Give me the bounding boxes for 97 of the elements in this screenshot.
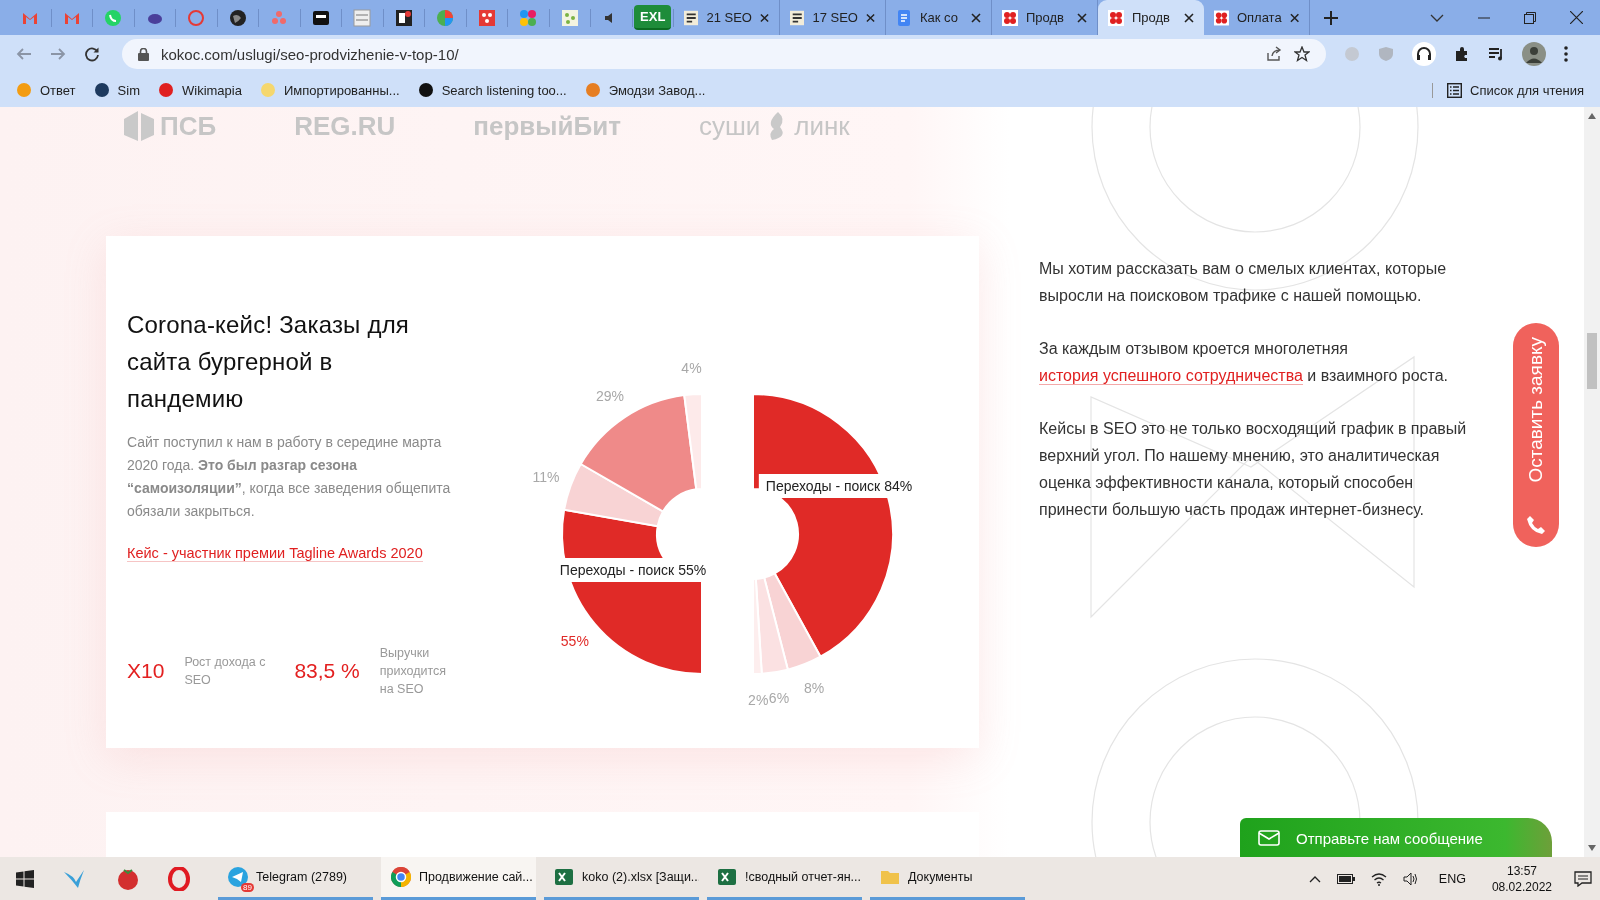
playlist-icon[interactable] — [1488, 46, 1504, 62]
partner-logo: REG.RU — [294, 110, 396, 142]
stat-value: X10 — [127, 659, 165, 683]
scrollbar[interactable] — [1584, 107, 1600, 857]
history-link[interactable]: история успешного сотрудничества — [1039, 367, 1303, 385]
bookmark-icon — [259, 82, 276, 98]
close-icon[interactable] — [1289, 12, 1299, 23]
taskbar-app[interactable]: koko (2).xlsx [Защи... — [544, 857, 699, 900]
headphones-icon[interactable] — [1412, 42, 1436, 66]
stat-label: Рост дохода с SEO — [184, 654, 267, 689]
case-description: Сайт поступил к нам в работу в середине марта 2020 года. Это был разгар сезона “самоизоляции”, когда все заведения общепита обязали закрыться. — [127, 433, 452, 521]
bookmark[interactable]: Wikimapia — [158, 82, 242, 98]
taskbar-app[interactable]: Документы — [870, 857, 1025, 900]
intro-paragraph: Кейсы в SEO это не только восходящий график в правый верхний угол. По нашему мнению, это аналитическая оценка эффективности канала, который способен принести большую часть продаж интернет-бизнесу. — [1039, 419, 1468, 520]
scroll-thumb[interactable] — [1587, 333, 1597, 389]
app-icon[interactable] — [311, 8, 330, 27]
bookmark-icon — [93, 82, 110, 98]
menu-icon[interactable] — [1564, 46, 1568, 62]
partner-logo: суши — [698, 110, 761, 142]
favicon-icon — [1214, 9, 1229, 26]
intro-paragraph: За каждым отзывом кроется многолетняя история успешного сотрудничества и взаимного роста. — [1039, 339, 1449, 387]
reading-list-button[interactable]: Список для чтения — [1432, 82, 1584, 98]
avatar-icon[interactable] — [1522, 42, 1546, 66]
close-icon[interactable] — [759, 12, 769, 23]
slice-label: 29% — [596, 387, 625, 404]
ring-icon[interactable] — [168, 866, 190, 891]
notification-icon[interactable] — [1574, 870, 1592, 887]
globe-icon[interactable] — [228, 8, 247, 27]
tomato-icon[interactable] — [116, 866, 140, 891]
volume-icon[interactable] — [1402, 871, 1419, 886]
favicon-icon — [790, 9, 805, 26]
bookmark-icon — [16, 82, 32, 98]
reload-icon[interactable] — [84, 46, 100, 62]
bookmark-icon — [584, 82, 601, 98]
bookmark-icon — [417, 82, 434, 98]
slice-label: 11% — [532, 469, 560, 486]
favicon-icon — [1002, 9, 1018, 26]
wifi-icon[interactable] — [1370, 871, 1387, 886]
taskbar-app[interactable]: 89 Telegram (2789) — [218, 857, 373, 900]
partner-logo: первыйБит — [473, 110, 621, 142]
taskbar-app[interactable]: Продвижение сай... — [381, 857, 536, 900]
stat-value: 83,5 % — [294, 659, 360, 683]
bookmark[interactable]: Search listening too... — [417, 82, 567, 98]
close-icon[interactable] — [865, 12, 875, 23]
favicon-icon — [684, 9, 699, 26]
case-title: Corona-кейс! Заказы для сайта бургерной в пандемию — [127, 310, 411, 414]
partner-logo: линк — [794, 110, 850, 142]
puzzle-icon[interactable] — [1454, 46, 1470, 62]
slice-label: 4% — [681, 360, 702, 377]
scroll-up-icon[interactable] — [1588, 113, 1596, 119]
bookmark[interactable]: Эмодзи Завод... — [584, 82, 706, 98]
unread-badge: 89 — [241, 883, 254, 892]
favicon-icon — [1108, 9, 1124, 26]
taskbar-app[interactable]: !сводный отчет-ян... — [707, 857, 862, 900]
minimize-icon[interactable] — [1478, 16, 1490, 19]
app-icon[interactable] — [394, 8, 413, 27]
slice-label: 8% — [804, 680, 825, 697]
logo-mark-icon — [122, 109, 156, 143]
chevron-up-icon[interactable] — [1308, 874, 1321, 883]
scroll-down-icon[interactable] — [1588, 845, 1596, 851]
pinned-tab[interactable]: EXL — [634, 5, 672, 30]
slice-label: 2% — [748, 691, 769, 708]
clock[interactable]: 13:57 08.02.2022 — [1491, 862, 1552, 895]
windows-start-icon[interactable] — [16, 869, 34, 888]
bookmark-icon — [158, 82, 174, 98]
bookmark[interactable]: Sim — [93, 82, 140, 98]
phone-icon — [1526, 515, 1546, 535]
slice-label: 6% — [768, 689, 790, 706]
favicon-icon — [896, 9, 912, 26]
app-icon — [228, 867, 248, 887]
envelope-icon — [1258, 830, 1280, 846]
lock-icon — [138, 47, 149, 61]
bookmark[interactable]: Ответ — [16, 82, 76, 98]
app-icon — [391, 867, 411, 887]
stat-label: Выручки приходится на SEO — [379, 645, 448, 698]
intro-paragraph: Мы хотим рассказать вам о смелых клиентах, которые выросли на поисковом трафике с нашей помощью. — [1039, 259, 1448, 306]
partner-logo: ПСБ — [160, 110, 217, 142]
award-link[interactable]: Кейс - участник премии Tagline Awards 2020 — [127, 545, 423, 562]
address-bar[interactable]: kokoc.com/uslugi/seo-prodvizhenie-v-top-10/ — [122, 39, 1326, 69]
app-icon — [554, 867, 574, 887]
new-tab-icon[interactable] — [1324, 10, 1338, 25]
restore-icon[interactable] — [1524, 11, 1536, 24]
bookmark[interactable]: Импортированны... — [259, 82, 400, 98]
close-icon[interactable] — [1570, 11, 1583, 24]
close-icon[interactable] — [971, 12, 981, 23]
app-icon — [717, 867, 737, 887]
close-icon[interactable] — [1077, 12, 1087, 23]
chevron-down-icon[interactable] — [1430, 13, 1444, 22]
slice-label: 55% — [560, 632, 589, 649]
close-icon[interactable] — [1184, 12, 1194, 23]
language-indicator[interactable]: ENG — [1438, 871, 1466, 886]
share-icon[interactable] — [1266, 46, 1282, 62]
star-icon[interactable] — [1294, 46, 1310, 62]
battery-icon[interactable] — [1336, 873, 1355, 884]
browser-tab[interactable]: Продв — [1098, 0, 1204, 35]
dots-icon[interactable] — [270, 8, 289, 27]
list-icon — [1447, 82, 1462, 98]
